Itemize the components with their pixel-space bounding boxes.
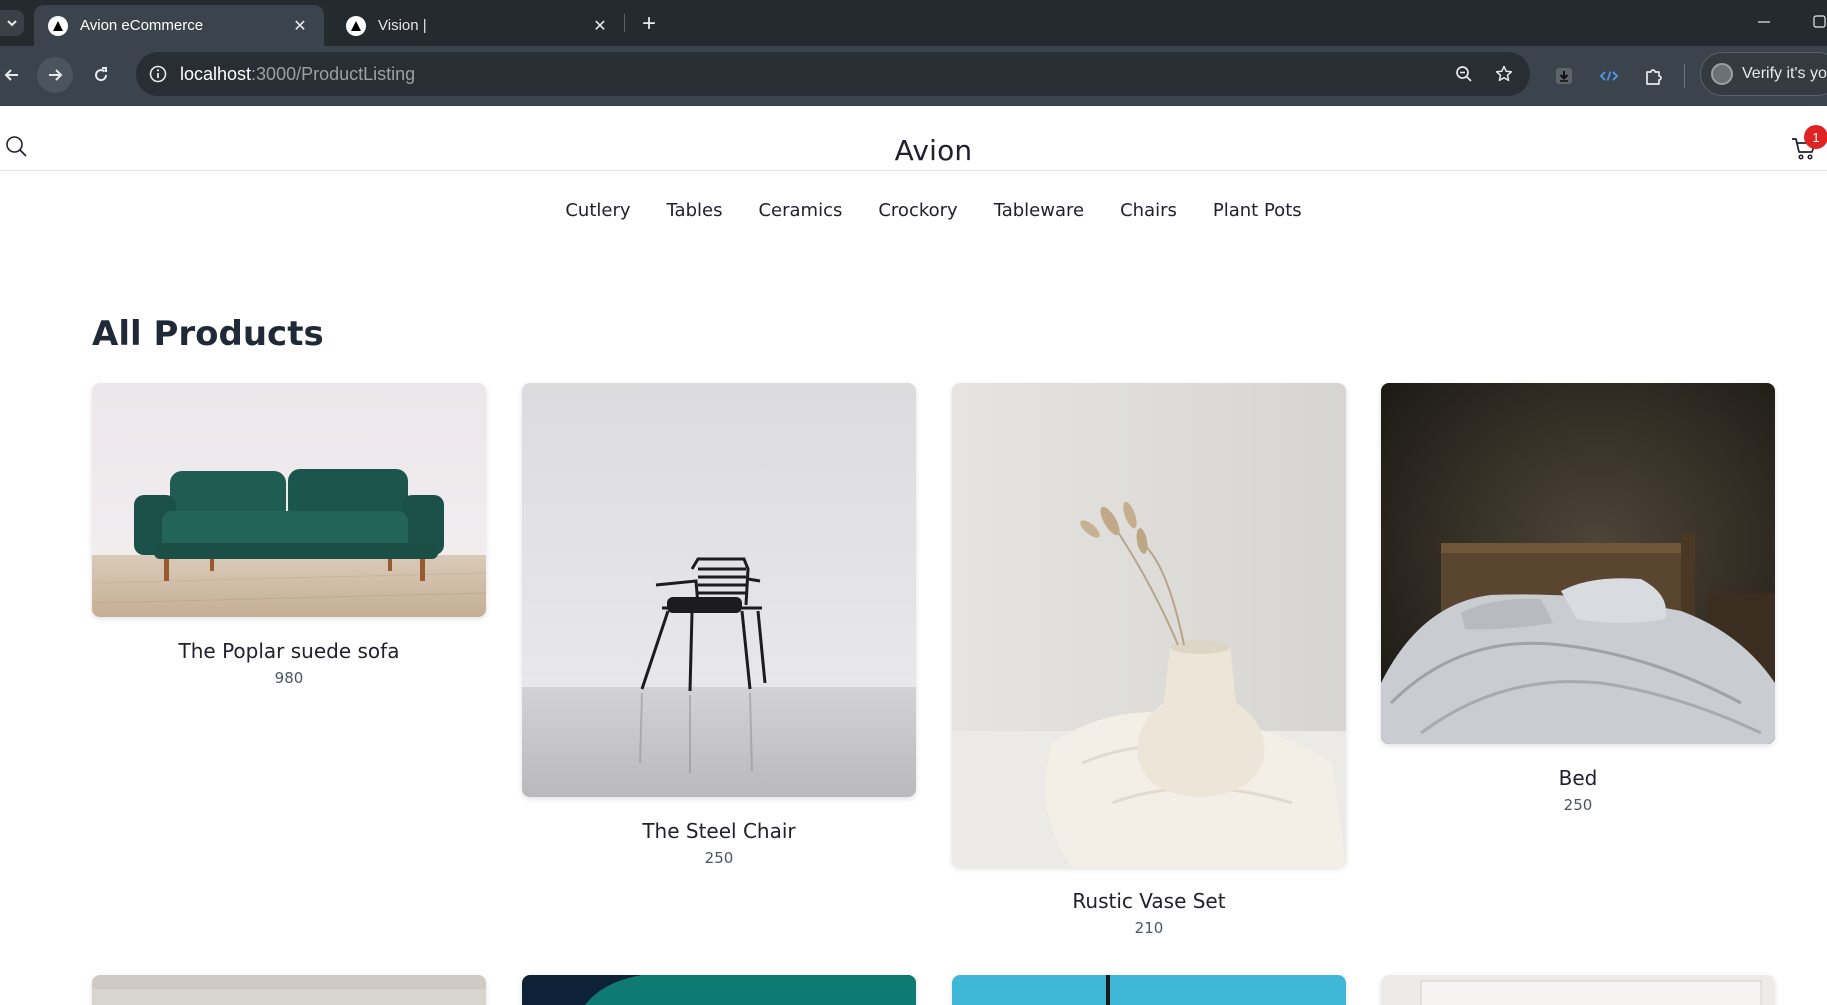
- browser-toolbar: localhost:3000/ProductListing Verify it'…: [0, 46, 1827, 106]
- new-tab-button[interactable]: +: [636, 10, 662, 37]
- product-image[interactable]: [952, 975, 1346, 1005]
- category-link-plant-pots[interactable]: Plant Pots: [1213, 200, 1302, 221]
- browser-tab-strip: Avion eCommerce ✕ Vision | ✕ +: [0, 0, 1827, 46]
- product-card[interactable]: [1381, 975, 1775, 1005]
- address-bar[interactable]: localhost:3000/ProductListing: [136, 52, 1530, 96]
- category-link-tableware[interactable]: Tableware: [994, 200, 1084, 221]
- site-info-icon[interactable]: [146, 62, 170, 86]
- triangle-logo-icon: [346, 15, 366, 36]
- brand-logo[interactable]: Avion: [0, 134, 1827, 167]
- close-icon[interactable]: ✕: [290, 16, 310, 36]
- extensions-puzzle-icon[interactable]: [1641, 63, 1667, 89]
- product-price: 980: [274, 669, 304, 687]
- product-image[interactable]: [1381, 975, 1775, 1005]
- forward-button[interactable]: [37, 57, 73, 93]
- toolbar-divider: [1684, 64, 1685, 88]
- chevron-down-icon: [7, 20, 17, 27]
- maximize-icon[interactable]: [1808, 10, 1827, 34]
- profile-button[interactable]: Verify it's you: [1700, 52, 1827, 96]
- product-image-vase[interactable]: [952, 383, 1346, 867]
- product-image[interactable]: [522, 975, 916, 1005]
- product-image-bed[interactable]: [1381, 383, 1775, 744]
- triangle-logo-icon: [48, 15, 68, 36]
- product-card[interactable]: The Steel Chair 250: [522, 383, 916, 867]
- product-card[interactable]: The Poplar suede sofa 980: [92, 383, 486, 687]
- product-name[interactable]: The Poplar suede sofa: [92, 639, 486, 663]
- product-price: 250: [704, 849, 734, 867]
- product-image-chair[interactable]: [522, 383, 916, 797]
- category-link-cutlery[interactable]: Cutlery: [565, 200, 630, 221]
- product-card[interactable]: [952, 975, 1346, 1005]
- category-link-crockory[interactable]: Crockory: [878, 200, 957, 221]
- product-price: 250: [1563, 796, 1593, 814]
- reload-icon: [95, 67, 108, 82]
- page-title: All Products: [92, 314, 324, 354]
- product-card[interactable]: Bed 250: [1381, 383, 1775, 814]
- product-card[interactable]: [522, 975, 916, 1005]
- web-page: Avion 1 Cutlery Tables Ceramics Crockory…: [0, 106, 1827, 1005]
- product-name[interactable]: Bed: [1381, 766, 1775, 790]
- product-card[interactable]: [92, 975, 486, 1005]
- close-icon[interactable]: ✕: [590, 16, 610, 36]
- avatar: [1711, 63, 1733, 85]
- url-host: localhost: [180, 64, 252, 84]
- arrow-right-icon: [49, 69, 63, 81]
- tab-title: Vision |: [378, 17, 427, 34]
- tab-search-button[interactable]: [0, 10, 24, 36]
- bookmark-star-icon[interactable]: [1492, 62, 1516, 86]
- category-link-ceramics[interactable]: Ceramics: [758, 200, 842, 221]
- minimize-icon[interactable]: [1752, 10, 1776, 34]
- reload-button[interactable]: [83, 57, 119, 93]
- category-link-tables[interactable]: Tables: [667, 200, 723, 221]
- code-extension-icon[interactable]: [1596, 63, 1622, 89]
- product-image[interactable]: [92, 975, 486, 1005]
- product-name[interactable]: Rustic Vase Set: [952, 889, 1346, 913]
- url-path: :3000/ProductListing: [251, 64, 416, 84]
- category-nav: Cutlery Tables Ceramics Crockory Tablewa…: [0, 200, 1827, 221]
- tab-title: Avion eCommerce: [80, 17, 204, 34]
- arrow-left-icon: [4, 69, 18, 81]
- site-header: Avion 1: [0, 106, 1827, 171]
- product-card[interactable]: Rustic Vase Set 210: [952, 383, 1346, 937]
- product-name[interactable]: The Steel Chair: [522, 819, 916, 843]
- cart-count-badge: 1: [1804, 125, 1827, 149]
- url-text[interactable]: localhost:3000/ProductListing: [180, 64, 415, 85]
- tab-vision[interactable]: Vision | ✕: [332, 5, 624, 46]
- download-extension-icon[interactable]: [1551, 63, 1577, 89]
- profile-label: Verify it's you: [1742, 65, 1827, 82]
- category-link-chairs[interactable]: Chairs: [1120, 200, 1177, 221]
- tab-avion-ecommerce[interactable]: Avion eCommerce ✕: [34, 5, 324, 46]
- product-image-sofa[interactable]: [92, 383, 486, 617]
- zoom-out-icon[interactable]: [1452, 62, 1476, 86]
- product-price: 210: [1134, 919, 1164, 937]
- back-button[interactable]: [0, 57, 30, 93]
- tab-divider: [624, 14, 625, 32]
